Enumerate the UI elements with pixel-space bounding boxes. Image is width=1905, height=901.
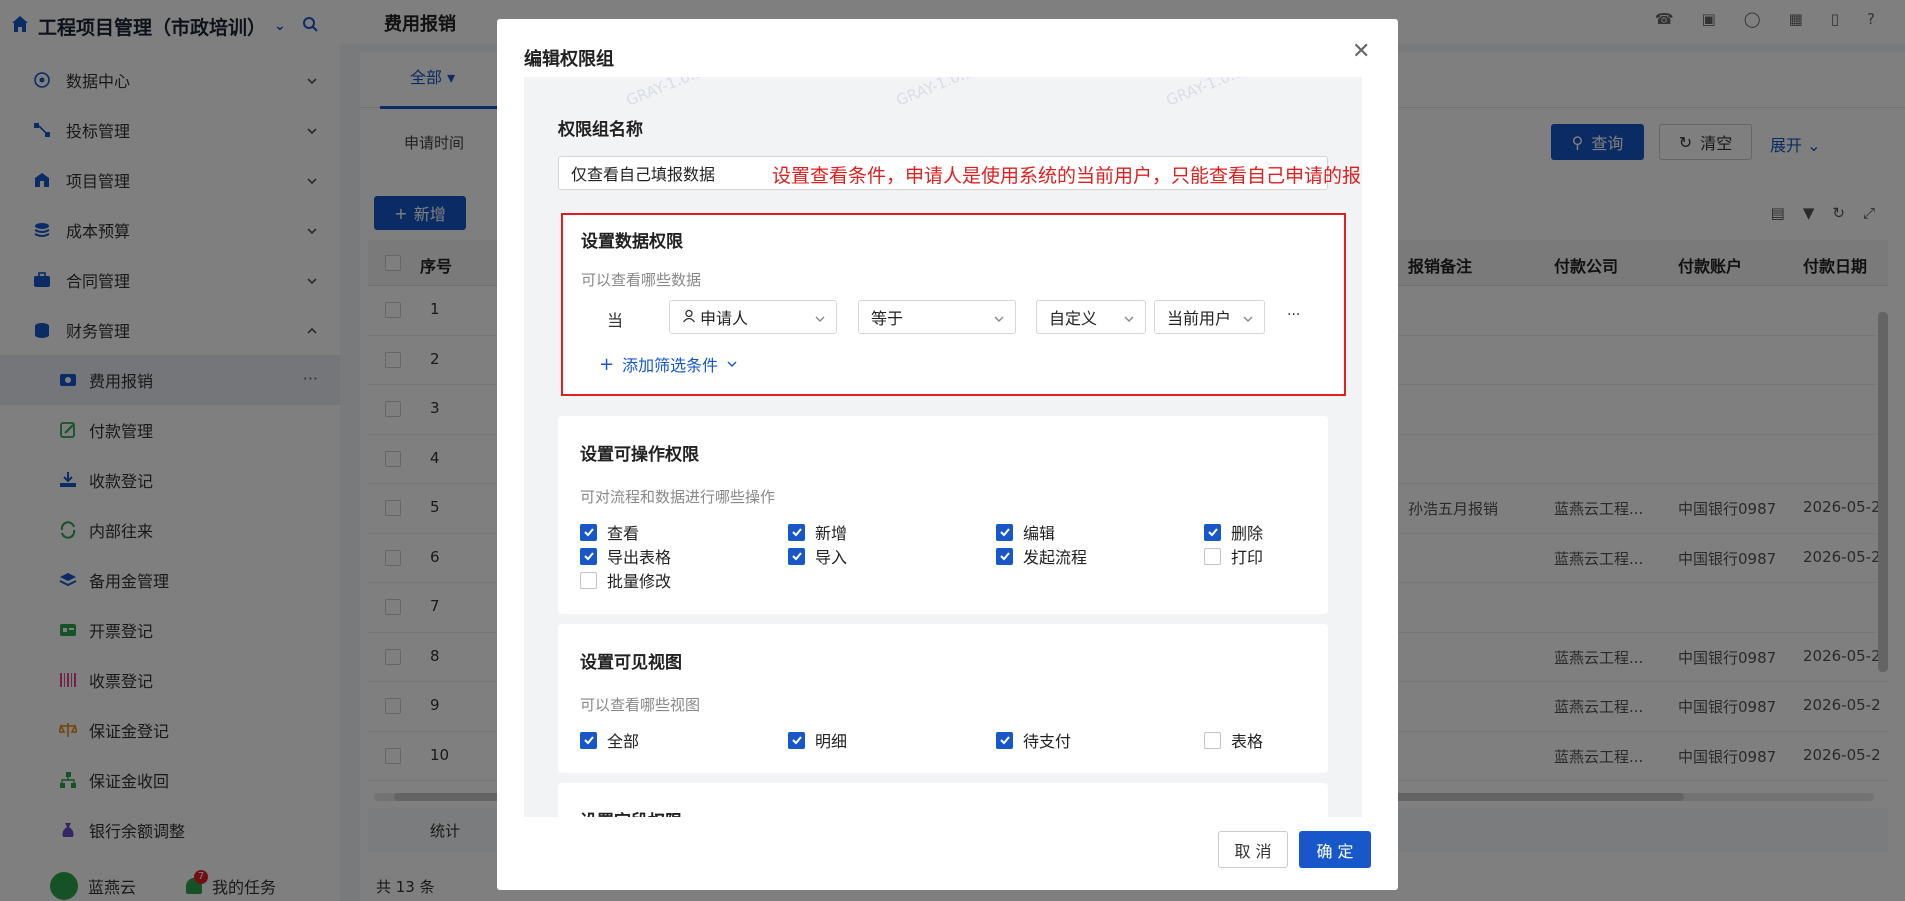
add-filter-condition-button[interactable]: + 添加筛选条件: [599, 352, 738, 376]
section-title: 设置数据权限: [581, 232, 683, 252]
annotation-text: 设置查看条件，申请人是使用系统的当前用户，只能查看自己申请的报销单据: [772, 165, 1362, 187]
checkbox-edit[interactable]: 编辑: [996, 520, 1055, 544]
condition-value-type-select[interactable]: 自定义: [1036, 300, 1146, 334]
checkbox-add[interactable]: 新增: [788, 520, 847, 544]
checkbox-view-detail[interactable]: 明细: [788, 728, 847, 752]
checkbox-label: 发起流程: [1023, 548, 1088, 567]
checkbox-label: 导出表格: [607, 548, 672, 567]
checkbox-label: 打印: [1231, 548, 1264, 567]
plus-icon: +: [599, 353, 615, 375]
checkbox-checked-icon: [996, 547, 1013, 565]
checkbox-view-pending[interactable]: 待支付: [996, 728, 1071, 752]
chevron-down-icon: [814, 310, 826, 329]
data-permission-section: 设置数据权限 可以查看哪些数据 当 申请人 等于 自定义 当前用户 ··· + …: [561, 213, 1346, 396]
section-desc: 可以查看哪些数据: [581, 271, 702, 289]
checkbox-label: 编辑: [1023, 524, 1056, 543]
condition-when-label: 当: [607, 311, 624, 330]
view-permission-section: 设置可见视图 可以查看哪些视图 全部 明细 待支付 表格: [558, 624, 1328, 773]
close-icon[interactable]: ✕: [1352, 39, 1370, 64]
checkbox-view-all[interactable]: 全部: [580, 728, 639, 752]
edit-permission-group-dialog: 编辑权限组 ✕ GRAY-1.0.1 GRAY-1.0.1 GRAY-1.0.1…: [497, 19, 1398, 890]
checkbox-checked-icon: [788, 523, 805, 541]
section-title: 设置字段权限: [580, 807, 682, 817]
checkbox-label: 查看: [607, 524, 640, 543]
checkbox-label: 批量修改: [607, 572, 672, 591]
chevron-down-icon: [993, 310, 1005, 329]
checkbox-delete[interactable]: 删除: [1204, 520, 1263, 544]
watermark: GRAY-1.0.1: [893, 77, 976, 110]
checkbox-unchecked-icon: [1204, 547, 1221, 565]
section-desc: 可对流程和数据进行哪些操作: [580, 488, 776, 506]
checkbox-checked-icon: [580, 731, 597, 749]
section-desc: 可以查看哪些视图: [580, 696, 701, 714]
cancel-button[interactable]: 取 消: [1218, 831, 1288, 868]
dialog-title: 编辑权限组: [524, 49, 614, 70]
checkbox-view[interactable]: 查看: [580, 520, 639, 544]
operation-permission-section: 设置可操作权限 可对流程和数据进行哪些操作 查看 新增 编辑 删除 导出表格 导…: [558, 416, 1328, 614]
checkbox-checked-icon: [996, 523, 1013, 541]
checkbox-export[interactable]: 导出表格: [580, 544, 671, 568]
checkbox-label: 导入: [815, 548, 848, 567]
checkbox-label: 新增: [815, 524, 848, 543]
watermark: GRAY-1.0.1: [623, 77, 706, 110]
group-name-label: 权限组名称: [558, 120, 643, 140]
condition-operator-value: 等于: [871, 309, 904, 328]
condition-operator-select[interactable]: 等于: [858, 300, 1016, 334]
checkbox-print[interactable]: 打印: [1204, 544, 1263, 568]
dialog-body: GRAY-1.0.1 GRAY-1.0.1 GRAY-1.0.1 GRAY-1.…: [524, 77, 1362, 817]
checkbox-label: 删除: [1231, 524, 1264, 543]
condition-value-select[interactable]: 当前用户: [1154, 300, 1265, 334]
condition-value: 当前用户: [1167, 309, 1232, 328]
checkbox-unchecked-icon: [1204, 731, 1221, 749]
condition-more-button[interactable]: ···: [1287, 307, 1300, 323]
confirm-button[interactable]: 确 定: [1299, 831, 1371, 868]
checkbox-import[interactable]: 导入: [788, 544, 847, 568]
checkbox-checked-icon: [1204, 523, 1221, 541]
condition-field-value: 申请人: [700, 309, 749, 328]
checkbox-unchecked-icon: [580, 571, 597, 589]
checkbox-label: 全部: [607, 732, 640, 751]
checkbox-batch-edit[interactable]: 批量修改: [580, 568, 671, 592]
checkbox-checked-icon: [996, 731, 1013, 749]
watermark: GRAY-1.0.1: [1163, 77, 1246, 110]
chevron-down-icon: [1123, 310, 1135, 329]
checkbox-start-flow[interactable]: 发起流程: [996, 544, 1087, 568]
field-permission-section: 设置字段权限: [558, 783, 1328, 817]
add-filter-label: 添加筛选条件: [622, 356, 719, 375]
section-title: 设置可操作权限: [580, 445, 699, 465]
chevron-down-icon: [726, 355, 738, 374]
checkbox-checked-icon: [788, 547, 805, 565]
chevron-down-icon: [1242, 310, 1254, 329]
condition-value-type: 自定义: [1049, 309, 1098, 328]
condition-field-select[interactable]: 申请人: [669, 300, 837, 334]
checkbox-label: 待支付: [1023, 732, 1072, 751]
section-title: 设置可见视图: [580, 653, 682, 673]
checkbox-checked-icon: [580, 547, 597, 565]
checkbox-label: 表格: [1231, 732, 1264, 751]
checkbox-checked-icon: [788, 731, 805, 749]
checkbox-view-table[interactable]: 表格: [1204, 728, 1263, 752]
checkbox-label: 明细: [815, 732, 848, 751]
user-icon: [682, 308, 696, 327]
checkbox-checked-icon: [580, 523, 597, 541]
